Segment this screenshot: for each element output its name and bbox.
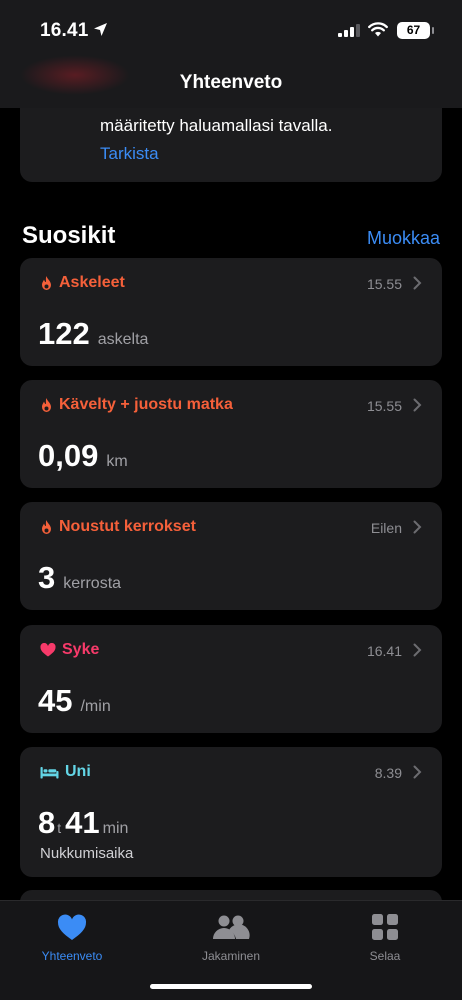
chevron-right-icon — [413, 765, 422, 779]
chevron-right-icon — [413, 643, 422, 657]
sleep-hours: 8 — [38, 805, 56, 840]
info-card: määritetty haluamallasi tavalla. Tarkist… — [20, 96, 442, 182]
sleep-label: Uni — [65, 763, 91, 780]
steps-card-header: Askeleet — [40, 274, 125, 292]
chevron-right-icon — [413, 398, 422, 412]
heart-rate-label: Syke — [62, 641, 100, 658]
sleep-subtitle: Nukkumisaika — [40, 845, 134, 862]
edit-favorites-button[interactable]: Muokkaa — [367, 228, 440, 249]
blurred-backdrop — [20, 55, 130, 95]
location-arrow-icon — [94, 23, 107, 36]
sleep-minutes: 41 — [65, 805, 100, 840]
distance-label: Kävelty + juostu matka — [59, 396, 233, 413]
distance-number: 0,09 — [38, 438, 99, 473]
favorites-title: Suosikit — [22, 222, 116, 249]
sleep-hours-unit: t — [57, 820, 62, 836]
steps-card[interactable]: Askeleet 15.55 122 askelta — [20, 258, 442, 366]
sleep-card[interactable]: Uni 8.39 8 t 41 min Nukkumisaika — [20, 747, 442, 877]
battery-icon: 67 — [397, 22, 430, 39]
flights-value: 3 kerrosta — [38, 560, 121, 596]
people-icon — [213, 915, 250, 939]
flame-icon — [42, 519, 51, 534]
flights-label: Noustut kerrokset — [59, 518, 196, 535]
heart-icon — [57, 914, 87, 940]
sleep-minutes-unit: min — [102, 820, 129, 837]
review-link[interactable]: Tarkista — [100, 144, 159, 164]
sleep-card-header: Uni — [40, 763, 91, 781]
distance-unit: km — [106, 453, 128, 470]
tab-summary-label: Yhteenveto — [41, 949, 103, 963]
battery-cap — [432, 27, 434, 34]
home-indicator — [150, 984, 312, 989]
distance-value: 0,09 km — [38, 438, 128, 474]
distance-time: 15.55 — [366, 398, 402, 414]
tab-summary[interactable]: Yhteenveto — [12, 911, 132, 963]
sleep-value: 8 t 41 min — [38, 805, 128, 841]
tab-browse-label: Selaa — [369, 949, 401, 963]
heart-rate-number: 45 — [38, 683, 73, 718]
tab-browse[interactable]: Selaa — [325, 911, 445, 963]
heart-rate-card-header: Syke — [40, 641, 99, 659]
steps-time: 15.55 — [366, 276, 402, 292]
steps-value: 122 askelta — [38, 316, 148, 352]
flights-card-header: Noustut kerrokset — [40, 518, 196, 536]
chevron-right-icon — [413, 520, 422, 534]
flights-number: 3 — [38, 560, 56, 595]
status-time: 16.41 — [40, 20, 89, 41]
heart-rate-time: 16.41 — [366, 643, 402, 659]
tab-sharing-label: Jakaminen — [201, 949, 261, 963]
distance-card-header: Kävelty + juostu matka — [40, 396, 233, 414]
summary-scroll[interactable]: määritetty haluamallasi tavalla. Tarkist… — [0, 0, 462, 1000]
cellular-signal-icon — [338, 24, 360, 37]
wifi-icon — [368, 22, 388, 37]
grid-icon — [372, 914, 398, 940]
status-bar: 16.41 67 — [0, 0, 462, 60]
flights-time: Eilen — [370, 520, 402, 536]
steps-unit: askelta — [97, 331, 149, 348]
flame-icon — [42, 275, 51, 290]
heart-rate-value: 45 /min — [38, 683, 111, 719]
distance-card[interactable]: Kävelty + juostu matka 15.55 0,09 km — [20, 380, 442, 488]
heart-rate-unit: /min — [80, 698, 111, 715]
flights-unit: kerrosta — [63, 575, 122, 592]
flights-card[interactable]: Noustut kerrokset Eilen 3 kerrosta — [20, 502, 442, 610]
sleep-time: 8.39 — [374, 765, 402, 781]
steps-label: Askeleet — [59, 274, 125, 291]
chevron-right-icon — [413, 276, 422, 290]
heart-icon — [40, 643, 56, 657]
steps-number: 122 — [38, 316, 90, 351]
tab-sharing[interactable]: Jakaminen — [171, 911, 291, 963]
heart-rate-card[interactable]: Syke 16.41 45 /min — [20, 625, 442, 733]
info-text: määritetty haluamallasi tavalla. — [100, 116, 333, 135]
bed-icon — [40, 766, 59, 778]
flame-icon — [42, 397, 51, 412]
